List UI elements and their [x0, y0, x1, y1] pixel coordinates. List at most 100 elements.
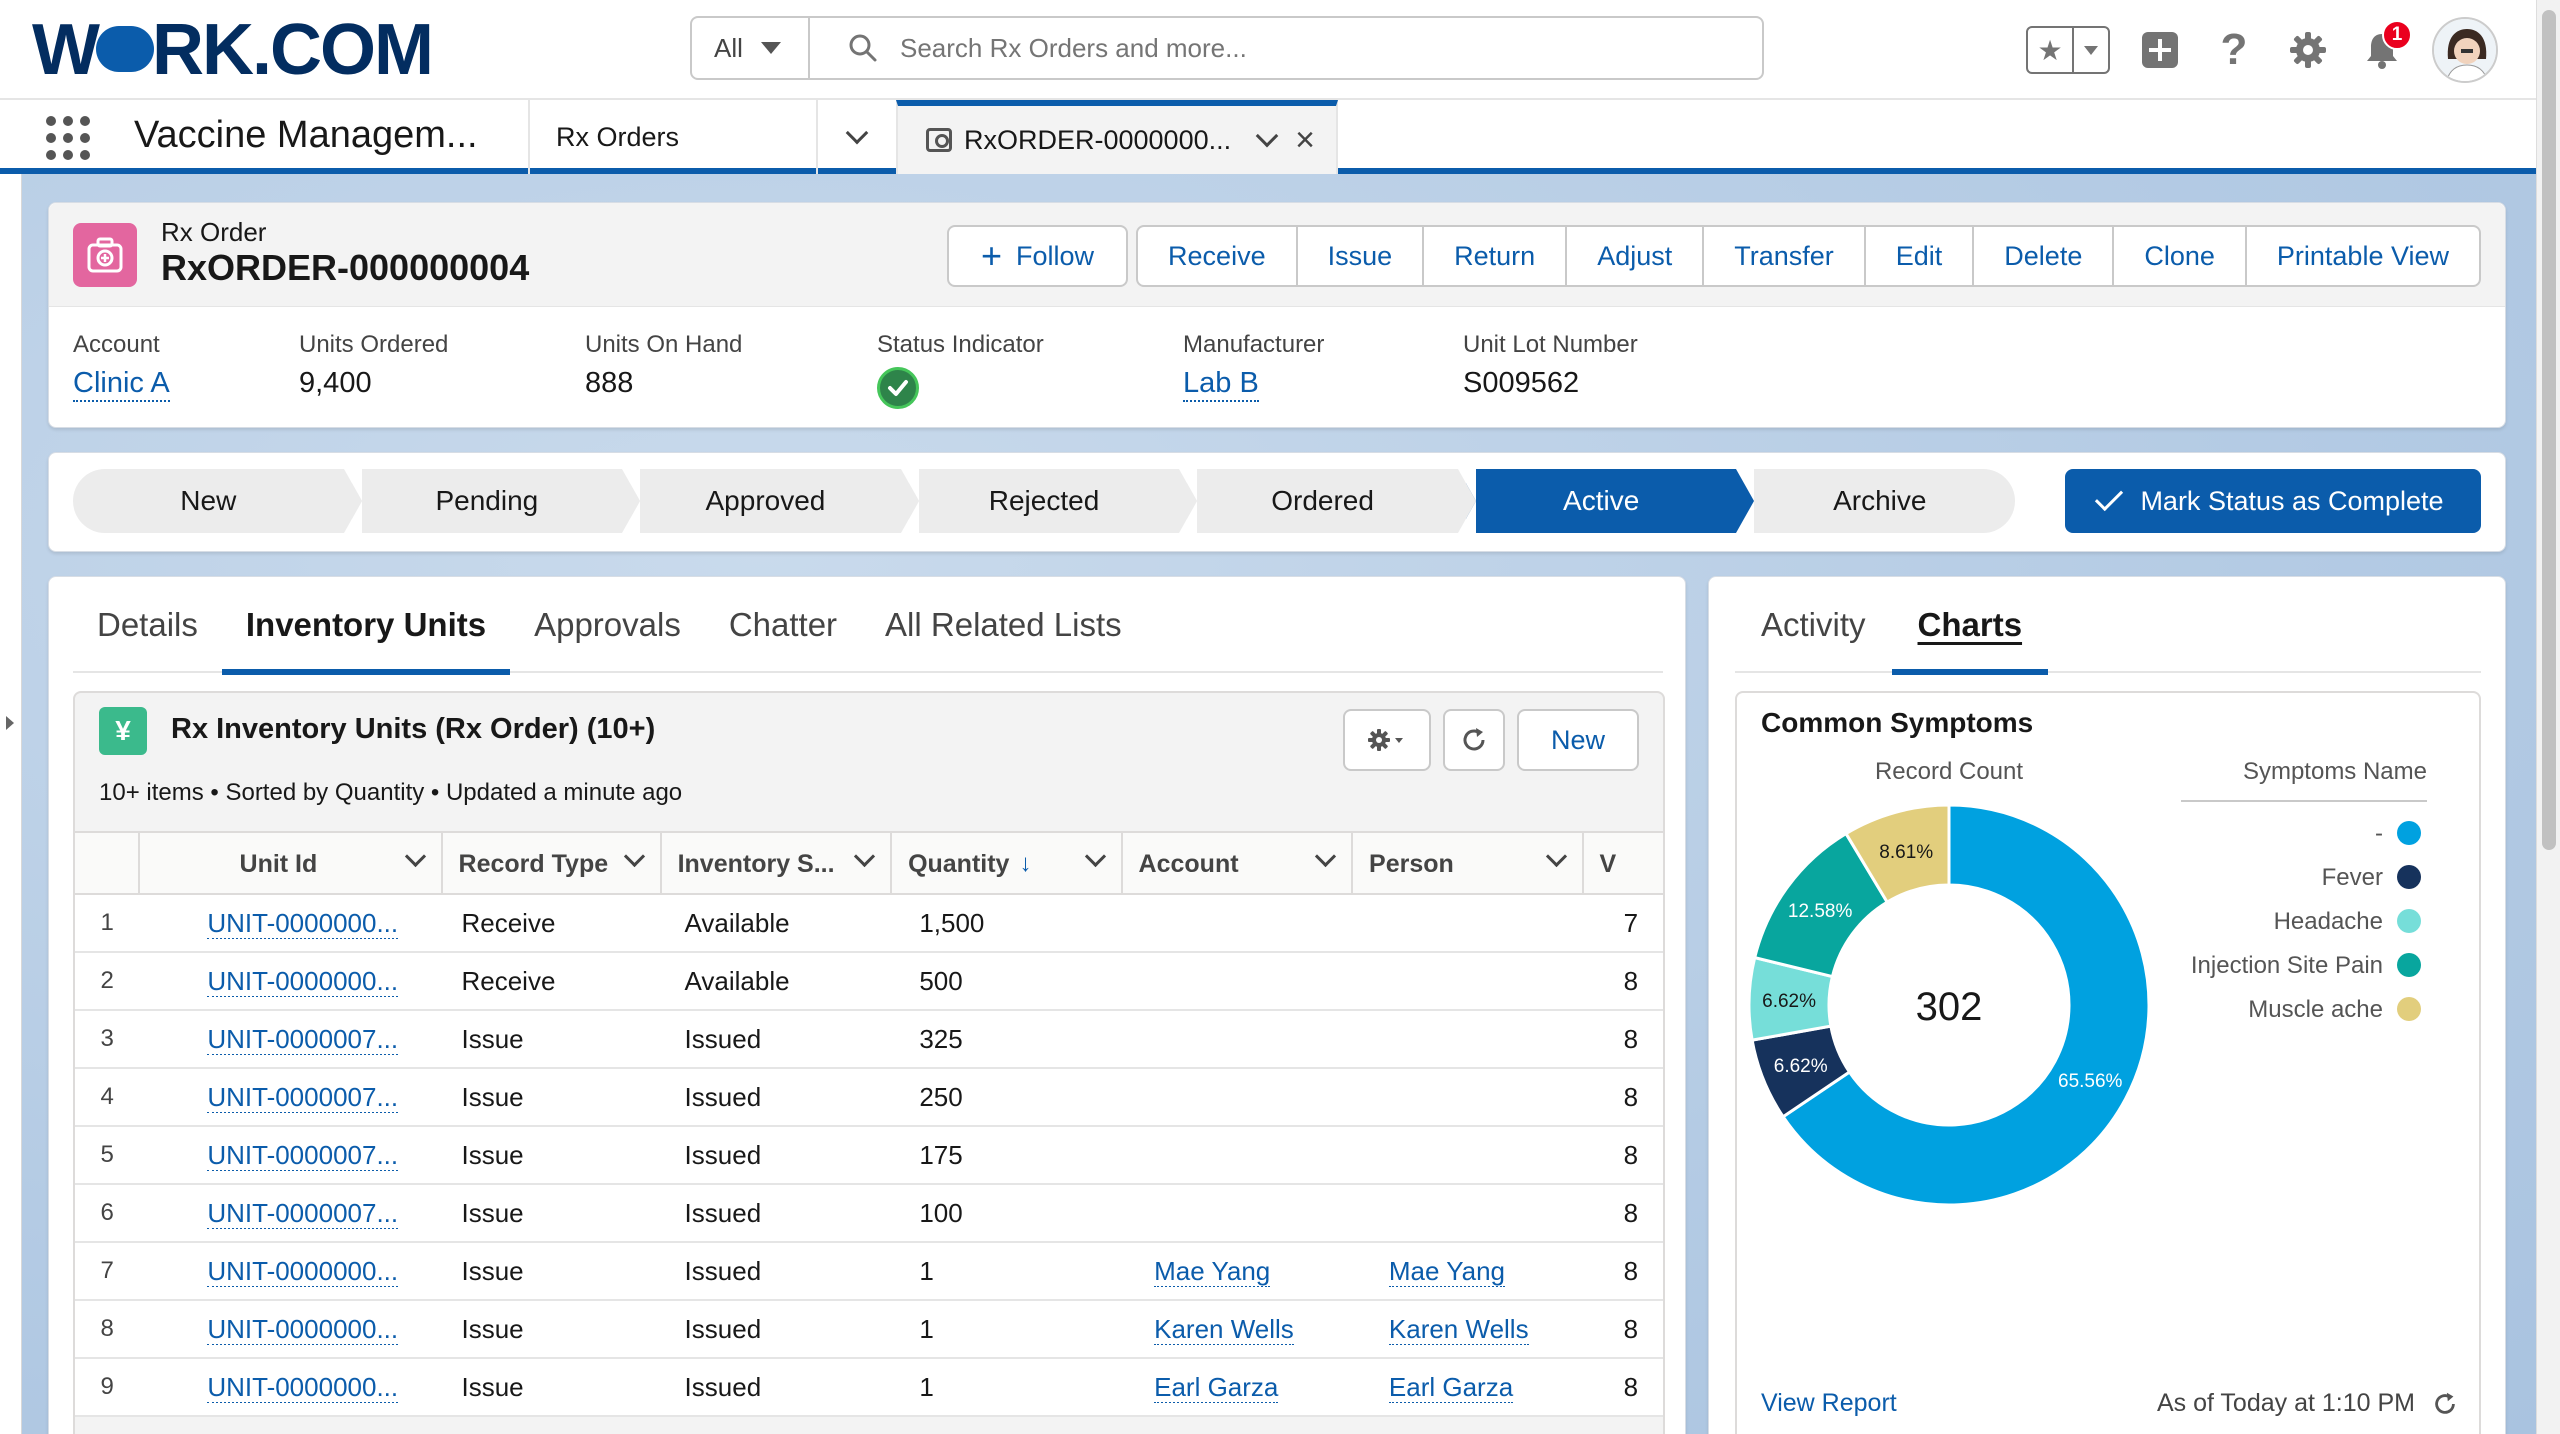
search-scope-select[interactable]: All	[692, 18, 810, 78]
cell-unit-id[interactable]: UNIT-0000000...	[139, 1371, 445, 1403]
follow-button[interactable]: + Follow	[946, 225, 1129, 287]
edit-button[interactable]: Edit	[1863, 225, 1975, 287]
chevron-down-icon[interactable]	[404, 845, 426, 868]
adjust-button[interactable]: Adjust	[1565, 225, 1705, 287]
setup-button[interactable]	[2284, 26, 2332, 74]
search-input[interactable]	[900, 32, 1700, 64]
side-tabs: Activity Charts	[1735, 577, 2481, 675]
nav-tab-rx-orders-menu[interactable]	[816, 100, 896, 174]
cell-inventory-status: Issued	[684, 1371, 762, 1402]
column-header-quantity[interactable]: Quantity ↓	[892, 833, 1123, 895]
help-button[interactable]: ?	[2210, 25, 2258, 74]
chevron-down-icon[interactable]	[1314, 845, 1337, 868]
cell-unit-id[interactable]: UNIT-0000000...	[139, 1255, 445, 1287]
path-stage-ordered[interactable]: Ordered	[1179, 469, 1476, 533]
manufacturer-link[interactable]: Lab B	[1183, 367, 1259, 402]
path-stage-rejected[interactable]: Rejected	[900, 469, 1197, 533]
tab-inventory-units[interactable]: Inventory Units	[221, 577, 511, 675]
notifications-button[interactable]: 1	[2358, 20, 2412, 74]
nav-tab-rx-order-record[interactable]: RxORDER-0000000... ×	[896, 100, 1338, 174]
side-tabset-card: Activity Charts Common Symptoms Record C…	[1708, 576, 2506, 1434]
cell-record-type: Receive	[461, 965, 556, 996]
star-icon[interactable]: ★	[2028, 28, 2074, 72]
cell-unit-id[interactable]: UNIT-0000007...	[139, 1081, 445, 1113]
path-stage-approved[interactable]: Approved	[622, 469, 919, 533]
view-report-link[interactable]: View Report	[1761, 1389, 1897, 1418]
tab-details[interactable]: Details	[73, 577, 222, 673]
column-header-unit-id[interactable]: Unit Id	[140, 833, 443, 895]
tab-approvals[interactable]: Approvals	[510, 577, 705, 673]
account-link[interactable]: Clinic A	[73, 367, 170, 402]
user-avatar[interactable]	[2432, 17, 2498, 83]
path-stage-archive[interactable]: Archive	[1736, 469, 2016, 533]
transfer-button[interactable]: Transfer	[1702, 225, 1866, 287]
legend-item-label[interactable]: Muscle ache	[2248, 996, 2383, 1023]
cell-unit-id[interactable]: UNIT-0000000...	[139, 965, 445, 997]
cell-account[interactable]: Earl Garza	[1138, 1371, 1373, 1403]
close-icon[interactable]: ×	[1295, 123, 1315, 157]
new-inventory-unit-button[interactable]: New	[1517, 709, 1639, 771]
favorites-button[interactable]: ★	[2026, 26, 2110, 74]
cell-unit-id[interactable]: UNIT-0000007...	[139, 1139, 445, 1171]
tab-charts[interactable]: Charts	[1891, 577, 2049, 675]
tab-all-related-lists[interactable]: All Related Lists	[861, 577, 1146, 673]
scrollbar-thumb[interactable]	[2542, 10, 2556, 850]
clone-button[interactable]: Clone	[2112, 225, 2247, 287]
record-header: Rx Order RxORDER-000000004 + Follow Rece…	[48, 202, 2506, 428]
tab-chatter[interactable]: Chatter	[705, 577, 861, 673]
row-number: 9	[100, 1373, 114, 1400]
related-list-subtitle: 10+ items • Sorted by Quantity • Updated…	[99, 779, 683, 806]
legend-item-label[interactable]: -	[2375, 820, 2383, 847]
legend-item-label[interactable]: Injection Site Pain	[2191, 952, 2383, 979]
chevron-down-icon[interactable]	[853, 845, 876, 868]
main-tabs: Details Inventory Units Approvals Chatte…	[73, 577, 1663, 675]
tab-activity[interactable]: Activity	[1735, 577, 1892, 673]
refresh-icon[interactable]	[2431, 1390, 2459, 1418]
refresh-button[interactable]	[1443, 709, 1505, 771]
legend-item-label[interactable]: Headache	[2274, 908, 2383, 935]
cell-person[interactable]: Mae Yang	[1373, 1255, 1608, 1287]
cell-account[interactable]: Mae Yang	[1138, 1255, 1373, 1287]
path-stage-new[interactable]: New	[73, 469, 362, 533]
cell-person[interactable]: Earl Garza	[1373, 1371, 1608, 1403]
column-header-account[interactable]: Account	[1123, 833, 1354, 895]
receive-button[interactable]: Receive	[1136, 225, 1298, 287]
column-header-truncated[interactable]: V	[1584, 833, 1663, 895]
cell-unit-id[interactable]: UNIT-0000000...	[139, 907, 445, 939]
cell-unit-id[interactable]: UNIT-0000007...	[139, 1023, 445, 1055]
page-scrollbar[interactable]	[2536, 0, 2560, 1434]
list-settings-button[interactable]	[1343, 709, 1431, 771]
app-name: Vaccine Managem...	[134, 114, 478, 156]
return-button[interactable]: Return	[1422, 225, 1568, 287]
global-actions-button[interactable]	[2136, 26, 2184, 74]
path-stage-active[interactable]: Active	[1457, 469, 1755, 533]
path-stage-pending[interactable]: Pending	[343, 469, 640, 533]
cell-person[interactable]: Karen Wells	[1373, 1313, 1608, 1345]
column-header-record-type[interactable]: Record Type	[443, 833, 662, 895]
chevron-down-icon[interactable]	[1545, 845, 1567, 868]
cell-unit-id[interactable]: UNIT-0000000...	[139, 1313, 445, 1345]
legend-item-label[interactable]: Fever	[2322, 864, 2383, 891]
printable-view-button[interactable]: Printable View	[2244, 225, 2481, 287]
inventory-units-table: Unit Id Record Type Inventory S... Quant…	[75, 831, 1663, 1417]
nav-tab-rx-orders[interactable]: Rx Orders	[528, 100, 816, 174]
chevron-down-icon[interactable]	[1084, 845, 1106, 868]
issue-button[interactable]: Issue	[1295, 225, 1425, 287]
column-header-person[interactable]: Person	[1353, 833, 1584, 895]
favorites-dropdown[interactable]	[2074, 28, 2108, 72]
chevron-right-icon	[6, 716, 14, 730]
cell-account[interactable]: Karen Wells	[1138, 1313, 1373, 1345]
delete-button[interactable]: Delete	[1972, 225, 2115, 287]
utility-bar-toggle[interactable]	[0, 174, 22, 1434]
record-type-label: Rx Order	[161, 217, 267, 247]
app-nav-bar: Vaccine Managem... Rx Orders RxORDER-000…	[0, 100, 2536, 174]
work-com-logo[interactable]: W RK.COM	[32, 14, 434, 86]
mark-status-complete-button[interactable]: Mark Status as Complete	[2065, 469, 2481, 533]
app-launcher-icon[interactable]	[46, 116, 90, 160]
related-list-title[interactable]: Rx Inventory Units (Rx Order) (10+)	[171, 713, 655, 746]
plus-icon: +	[980, 235, 1003, 276]
column-header-inventory-status[interactable]: Inventory S...	[662, 833, 893, 895]
chevron-down-icon[interactable]	[623, 845, 645, 868]
chevron-down-icon[interactable]	[1255, 124, 1279, 148]
cell-unit-id[interactable]: UNIT-0000007...	[139, 1197, 445, 1229]
